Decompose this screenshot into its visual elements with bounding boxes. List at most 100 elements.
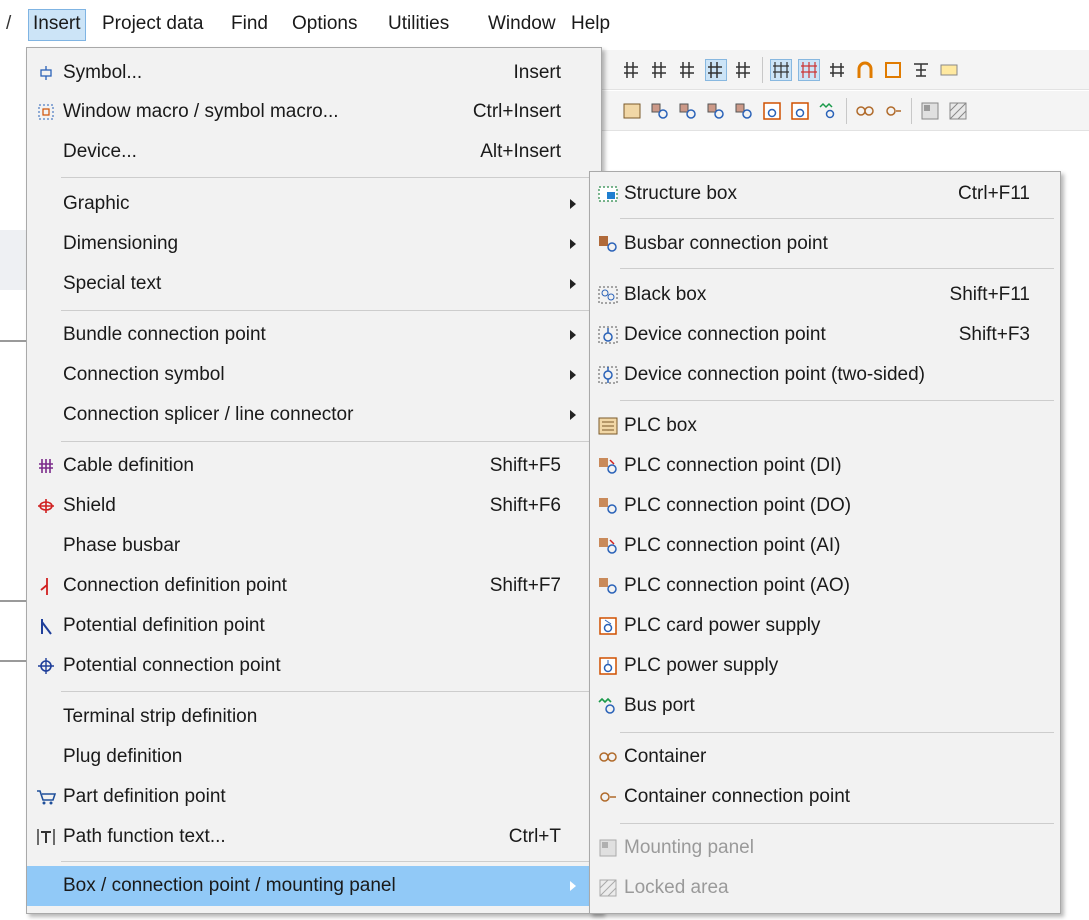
menu-item-phase-busbar[interactable]: Phase busbar	[27, 527, 601, 565]
submenu-item-mounting-panel[interactable]: Mounting panel	[590, 829, 1060, 867]
toolbar-bus-port-icon[interactable]	[818, 101, 838, 121]
menu-item-label: Box / connection point / mounting panel	[63, 875, 396, 896]
submenu-arrow-icon	[570, 881, 576, 891]
menu-item-device[interactable]: Device... Alt+Insert	[27, 133, 601, 171]
menu-item-label: Bus port	[624, 695, 695, 716]
menu-separator	[61, 691, 595, 692]
toolbar-magnet-icon[interactable]	[855, 60, 875, 80]
toolbar-plc-do-icon[interactable]	[678, 101, 698, 121]
menu-item-plug-definition[interactable]: Plug definition	[27, 738, 601, 776]
menu-item-graphic[interactable]: Graphic	[27, 185, 601, 223]
toolbar-power-supply-icon[interactable]	[790, 101, 810, 121]
menu-item-box-connection-point-mounting-panel[interactable]: Box / connection point / mounting panel	[27, 866, 601, 906]
menu-item-cable-definition[interactable]: Cable definition Shift+F5	[27, 447, 601, 485]
menu-item-label: Structure box	[624, 183, 737, 204]
menu-item-connection-splicer[interactable]: Connection splicer / line connector	[27, 396, 601, 434]
background-divider	[0, 660, 28, 662]
menu-item-connection-symbol[interactable]: Connection symbol	[27, 356, 601, 394]
menu-item-label: Special text	[63, 273, 162, 294]
submenu-item-device-connection-point[interactable]: Device connection point Shift+F3	[590, 316, 1060, 354]
toolbar-grid-c-icon[interactable]	[678, 60, 698, 80]
menu-project-data[interactable]: Project data	[98, 9, 207, 39]
menu-find[interactable]: Find	[227, 9, 272, 39]
toolbar-plc-di-icon[interactable]	[650, 101, 670, 121]
submenu-item-plc-box[interactable]: PLC box	[590, 407, 1060, 445]
window-macro-icon	[36, 102, 56, 122]
menu-item-special-text[interactable]: Special text	[27, 265, 601, 303]
menu-options[interactable]: Options	[288, 9, 361, 39]
toolbar-grid-a-icon[interactable]	[622, 60, 642, 80]
submenu-arrow-icon	[570, 370, 576, 380]
menu-insert[interactable]: Insert	[28, 9, 86, 41]
submenu-item-plc-power-supply[interactable]: PLC power supply	[590, 647, 1060, 685]
toolbar-grid-d-icon[interactable]	[705, 58, 727, 81]
toolbar-locked-area-icon[interactable]	[948, 101, 968, 121]
mounting-panel-icon	[598, 838, 618, 858]
menu-item-symbol[interactable]: Symbol... Insert	[27, 54, 601, 92]
submenu-item-structure-box[interactable]: Structure box Ctrl+F11	[590, 175, 1060, 213]
toolbar-grid-b-icon[interactable]	[650, 60, 670, 80]
locked-area-icon	[598, 878, 618, 898]
toolbar-grid-e-icon[interactable]	[734, 60, 754, 80]
toolbar-grid-toggle-icon[interactable]	[770, 58, 792, 81]
menu-item-shortcut: Shift+F6	[489, 495, 561, 516]
menu-separator	[620, 268, 1054, 269]
submenu-item-bus-port[interactable]: Bus port	[590, 687, 1060, 725]
menu-item-part-definition-point[interactable]: Part definition point	[27, 778, 601, 816]
menu-separator	[620, 732, 1054, 733]
menu-item-connection-definition-point[interactable]: Connection definition point Shift+F7	[27, 567, 601, 605]
submenu-item-plc-connection-point-do[interactable]: PLC connection point (DO)	[590, 487, 1060, 525]
menu-item-label: Device...	[63, 141, 137, 162]
menu-item-shield[interactable]: Shield Shift+F6	[27, 487, 601, 525]
toolbar-plc-ai-icon[interactable]	[706, 101, 726, 121]
toolbar-plc-box-icon[interactable]	[622, 101, 642, 121]
submenu-item-plc-connection-point-ao[interactable]: PLC connection point (AO)	[590, 567, 1060, 605]
background-panel	[0, 230, 28, 290]
menu-separator	[61, 310, 595, 311]
menu-item-terminal-strip-definition[interactable]: Terminal strip definition	[27, 698, 601, 736]
toolbar-mounting-panel-icon[interactable]	[920, 101, 940, 121]
toolbar-tree-icon[interactable]	[911, 60, 931, 80]
menu-item-potential-definition-point[interactable]: Potential definition point	[27, 607, 601, 645]
menu-item-dimensioning[interactable]: Dimensioning	[27, 225, 601, 263]
menu-window[interactable]: Window	[484, 9, 560, 39]
symbol-icon	[36, 63, 56, 83]
submenu-item-container-connection-point[interactable]: Container connection point	[590, 778, 1060, 816]
device-connection-point-icon	[598, 325, 618, 345]
submenu-arrow-icon	[570, 330, 576, 340]
insert-menu: Symbol... Insert Window macro / symbol m…	[26, 47, 602, 914]
menu-item-bundle-connection-point[interactable]: Bundle connection point	[27, 316, 601, 354]
menu-item-label: Graphic	[63, 193, 130, 214]
toolbar-separator	[762, 56, 763, 83]
submenu-item-device-connection-point-two-sided[interactable]: Device connection point (two-sided)	[590, 356, 1060, 394]
submenu-item-container[interactable]: Container	[590, 738, 1060, 776]
submenu-item-locked-area[interactable]: Locked area	[590, 869, 1060, 907]
toolbar-container-icon[interactable]	[855, 101, 875, 121]
toolbar-plc-ao-icon[interactable]	[734, 101, 754, 121]
toolbar-card-power-icon[interactable]	[762, 101, 782, 121]
menu-separator	[620, 400, 1054, 401]
menu-item-label: Connection definition point	[63, 575, 287, 596]
menu-help[interactable]: Help	[567, 9, 614, 39]
menu-utilities[interactable]: Utilities	[384, 9, 453, 39]
menu-item-path-function-text[interactable]: Path function text... Ctrl+T	[27, 818, 601, 856]
toolbar-counter-icon[interactable]	[939, 60, 959, 80]
submenu-item-plc-connection-point-di[interactable]: PLC connection point (DI)	[590, 447, 1060, 485]
menubar-truncated-item: /	[6, 13, 12, 34]
toolbar-container-point-icon[interactable]	[883, 101, 903, 121]
submenu-item-black-box[interactable]: Black box Shift+F11	[590, 276, 1060, 314]
menu-item-label: Device connection point	[624, 324, 826, 345]
submenu-item-busbar-connection-point[interactable]: Busbar connection point	[590, 225, 1060, 263]
path-function-text-icon	[36, 827, 56, 847]
toolbar-snap-grid-icon[interactable]	[798, 58, 820, 81]
submenu-item-plc-card-power-supply[interactable]: PLC card power supply	[590, 607, 1060, 645]
menu-item-label: Mounting panel	[624, 837, 754, 858]
menu-item-potential-connection-point[interactable]: Potential connection point	[27, 647, 601, 685]
submenu-item-plc-connection-point-ai[interactable]: PLC connection point (AI)	[590, 527, 1060, 565]
toolbar-row-1	[598, 50, 1089, 90]
menu-separator	[61, 177, 595, 178]
toolbar-macro-icon[interactable]	[883, 60, 903, 80]
toolbar-frame-icon[interactable]	[827, 60, 847, 80]
structure-box-icon	[598, 184, 618, 204]
menu-item-window-macro[interactable]: Window macro / symbol macro... Ctrl+Inse…	[27, 93, 601, 131]
